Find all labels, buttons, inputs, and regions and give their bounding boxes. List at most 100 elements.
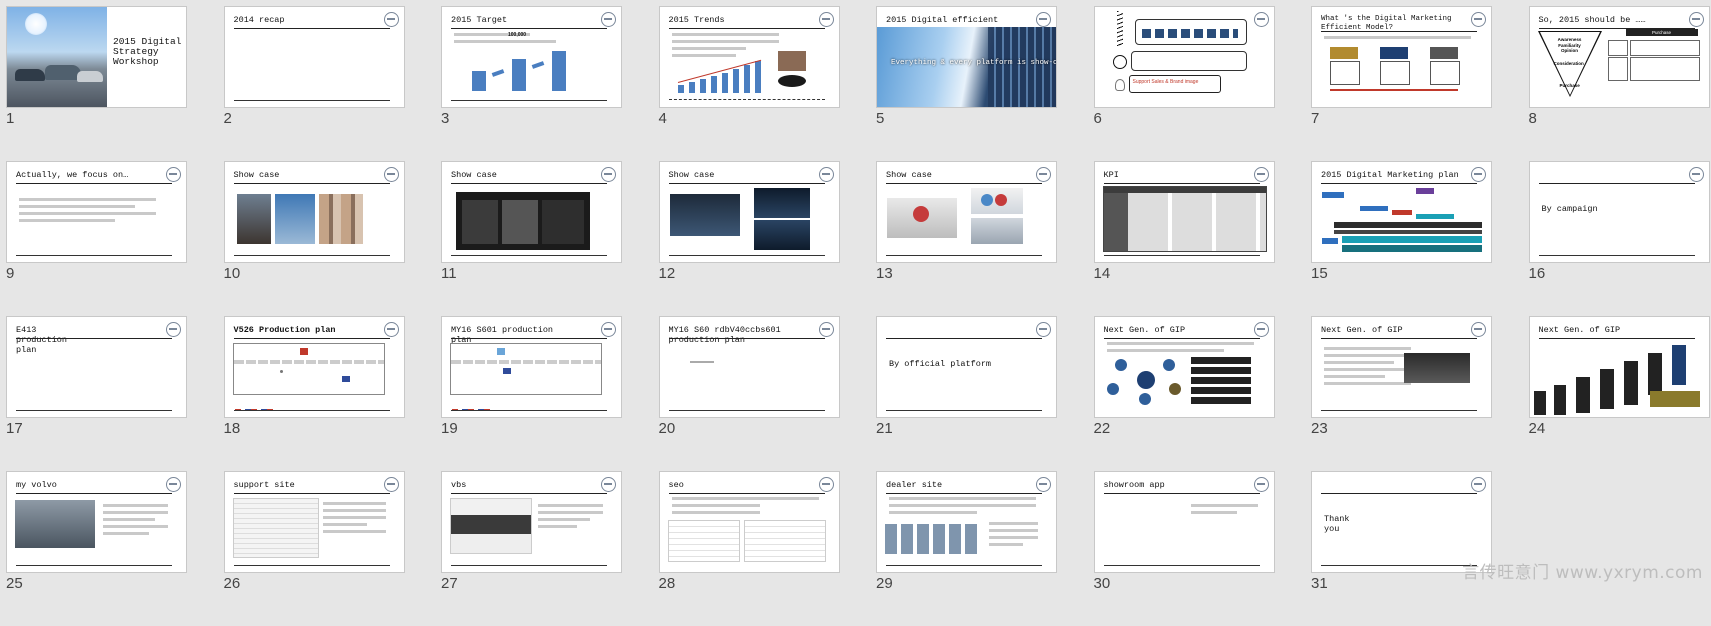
volvo-logo-icon — [1471, 12, 1486, 27]
slide-thumbnail-2[interactable]: 2014 recap — [223, 6, 405, 108]
slide-cell: dealer site 29 — [876, 471, 1057, 626]
slide-number: 26 — [223, 575, 241, 592]
slide-cell: Actually, we focus on… 9 — [6, 161, 187, 316]
volvo-logo-icon — [166, 167, 181, 182]
volvo-logo-icon — [1253, 167, 1269, 182]
slide-thumbnail-9[interactable]: Actually, we focus on… — [6, 161, 187, 263]
slide-thumbnail-5[interactable]: 2015 Digital efficient Everything & ever… — [876, 6, 1057, 108]
timeline — [450, 343, 602, 395]
slide-number: 22 — [1093, 420, 1111, 437]
slide-title: 2015 Digital efficient — [886, 15, 999, 25]
chart-bar — [552, 51, 566, 91]
middle-panel — [1130, 51, 1247, 71]
slide-thumbnail-12[interactable]: Show case — [658, 161, 840, 263]
dealer-site-screenshot — [885, 524, 981, 554]
volvo-logo-icon — [1688, 167, 1704, 182]
hub-diagram — [1106, 355, 1187, 405]
volvo-logo-icon — [601, 167, 616, 182]
section-label: By official platform — [889, 359, 992, 369]
slide-number: 7 — [1311, 110, 1320, 127]
slide-thumbnail-16[interactable]: By campaign — [1528, 161, 1710, 263]
slide-number: 11 — [441, 265, 457, 282]
slide-cell: 2015 Digital Strategy Workshop 1 — [6, 6, 187, 161]
slide-thumbnail-15[interactable]: 2015 Digital Marketing plan — [1311, 161, 1492, 263]
arrow-icon — [1330, 89, 1458, 91]
slide-title: V526 Production plan — [233, 325, 336, 335]
slide-cell: Next Gen. of GIP 24 — [1528, 316, 1710, 471]
slide-thumbnail-4[interactable]: 2015 Trends — [658, 6, 840, 108]
chart-bar — [472, 71, 486, 91]
slide-thumbnail-30[interactable]: showroom app — [1093, 471, 1275, 573]
slide-number: 31 — [1311, 575, 1328, 592]
slide-thumbnail-26[interactable]: support site — [223, 471, 405, 573]
volvo-logo-icon — [1471, 167, 1486, 182]
slide-number: 4 — [658, 110, 667, 127]
slide-thumbnail-20[interactable]: MY16 S60 rdbV40ccbs601 production plan — [658, 316, 840, 418]
slide-thumbnail-1[interactable]: 2015 Digital Strategy Workshop — [6, 6, 187, 108]
slide-thumbnail-22[interactable]: Next Gen. of GIP — [1093, 316, 1275, 418]
video-still — [669, 194, 740, 236]
target-value: 100,000 — [508, 32, 527, 38]
slide-number: 17 — [6, 420, 23, 437]
slide-title: E413 production plan — [16, 325, 68, 355]
slide-cell: By official platform 21 — [876, 316, 1057, 471]
slide-thumbnail-27[interactable]: vbs — [441, 471, 622, 573]
cars-photo — [7, 7, 107, 107]
slide-thumbnail-29[interactable]: dealer site — [876, 471, 1057, 573]
slide-thumbnail-11[interactable]: Show case — [441, 161, 622, 263]
slide-title: Show case — [451, 170, 497, 180]
app-photo — [15, 500, 95, 548]
slide-thumbnail-18[interactable]: V526 Production plan — [223, 316, 405, 418]
arrow-icon — [491, 69, 505, 77]
volvo-logo-icon — [166, 477, 181, 492]
slide-cell: support site 26 — [223, 471, 405, 626]
car-photo — [753, 188, 810, 218]
slide-cell: 2015 Target 100,000 3 — [441, 6, 622, 161]
slide-thumbnail-13[interactable]: Show case — [876, 161, 1057, 263]
slide-title: showroom app — [1103, 480, 1165, 490]
slide-thumbnail-10[interactable]: Show case — [223, 161, 405, 263]
sky-building-photo — [877, 27, 1056, 107]
slide-thumbnail-19[interactable]: MY16 S601 production plan — [441, 316, 622, 418]
product-photo — [887, 198, 957, 238]
slide-number: 1 — [6, 110, 15, 127]
product-photo — [971, 188, 1023, 214]
slide-title: 2015 Digital Marketing plan — [1321, 170, 1459, 180]
slide-thumbnail-28[interactable]: seo — [658, 471, 840, 573]
tire-photo — [777, 75, 806, 87]
slide-title: seo — [668, 480, 684, 490]
slide-thumbnail-25[interactable]: my volvo — [6, 471, 187, 573]
slide-title: Actually, we focus on… — [16, 170, 129, 180]
slide-thumbnail-17[interactable]: E413 production plan — [6, 316, 187, 418]
slide-thumbnail-7[interactable]: What 's the Digital Marketing Efficient … — [1311, 6, 1492, 108]
vbs-screenshot — [450, 498, 532, 554]
slide-thumbnail-8[interactable]: So, 2015 should be …… Awareness Familiar… — [1528, 6, 1710, 108]
slide-thumbnail-24[interactable]: Next Gen. of GIP — [1528, 316, 1710, 418]
site-photo — [1404, 353, 1470, 383]
slide-sorter-grid: 2015 Digital Strategy Workshop 1 2014 re… — [6, 6, 1710, 626]
slide-cell: 2015 Digital efficient Everything & ever… — [876, 6, 1057, 161]
search-result-screenshot — [667, 520, 740, 562]
slide-cell: Next Gen. of GIP 22 — [1093, 316, 1275, 471]
kpi-table — [1102, 186, 1267, 252]
trend-chart — [674, 57, 766, 93]
volvo-logo-icon — [1036, 322, 1051, 337]
slide-number: 5 — [876, 110, 885, 127]
slide-number: 12 — [658, 265, 676, 282]
slide-thumbnail-14[interactable]: KPI — [1093, 161, 1275, 263]
slide-thumbnail-6[interactable]: Support Sales & Brand image — [1093, 6, 1275, 108]
section-label: Thank you — [1324, 514, 1350, 534]
slide-number: 23 — [1311, 420, 1328, 437]
slide-thumbnail-21[interactable]: By official platform — [876, 316, 1057, 418]
funnel-mid-label: Consideration — [1553, 61, 1584, 66]
slide-cell: Show case 12 — [658, 161, 840, 316]
slide-thumbnail-23[interactable]: Next Gen. of GIP — [1311, 316, 1492, 418]
photo — [777, 51, 806, 71]
slide-number: 19 — [441, 420, 458, 437]
volvo-logo-icon — [601, 322, 616, 337]
volvo-logo-icon — [818, 322, 834, 337]
volvo-logo-icon — [818, 167, 834, 182]
watermark: 言传旺意门 www.yxrym.com — [1462, 563, 1703, 583]
volvo-logo-icon — [1471, 477, 1486, 492]
slide-thumbnail-3[interactable]: 2015 Target 100,000 — [441, 6, 622, 108]
